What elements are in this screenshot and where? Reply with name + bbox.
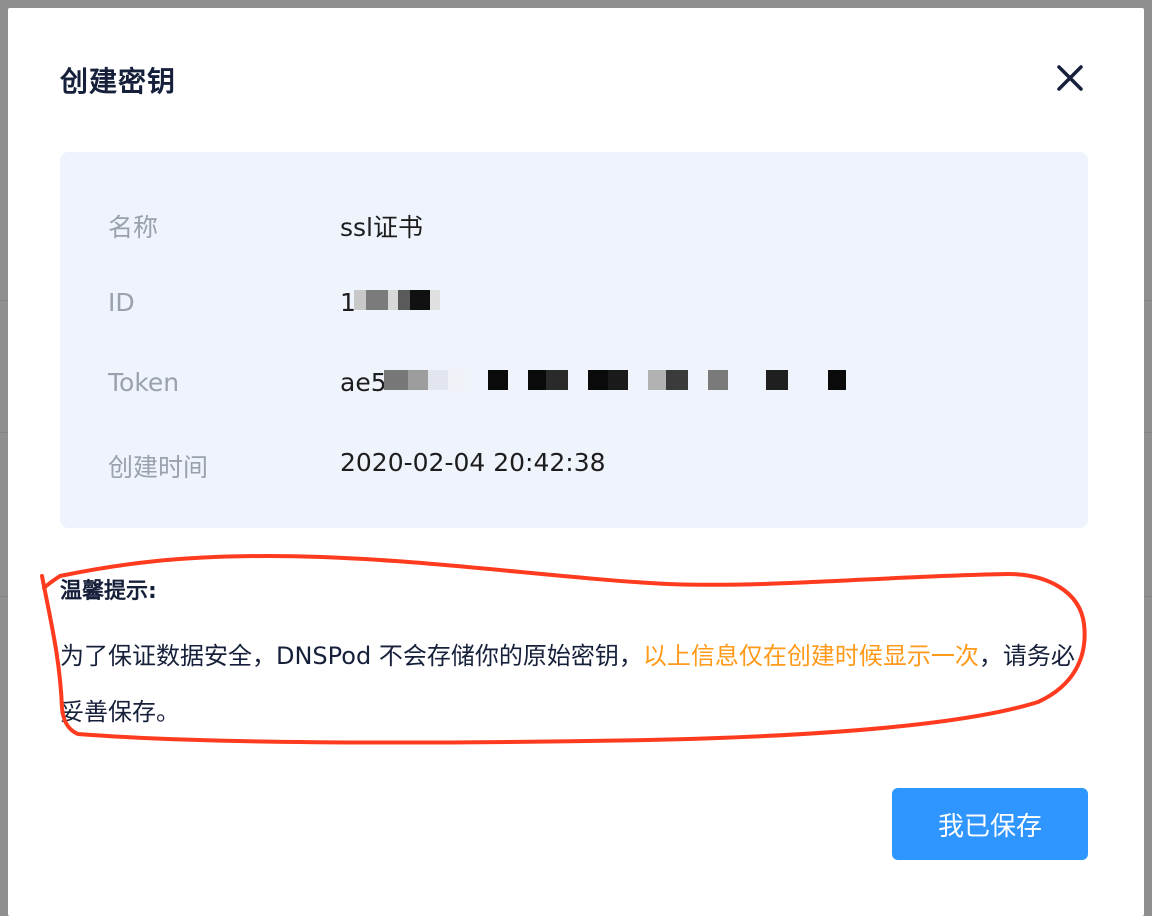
info-row-id: ID 1	[108, 280, 1038, 320]
saved-confirm-button[interactable]: 我已保存	[892, 788, 1088, 860]
info-row-token: Token ae5	[108, 360, 1038, 400]
id-label: ID	[108, 288, 135, 317]
tip-highlight: 以上信息仅在创建时候显示一次	[642, 642, 979, 670]
token-value: ae5	[340, 368, 387, 397]
token-label: Token	[108, 368, 180, 397]
info-row-name: 名称 ssl证书	[108, 200, 1038, 242]
warning-tip: 温馨提示: 为了保证数据安全，DNSPod 不会存储你的原始密钥，以上信息仅在创…	[60, 576, 1088, 740]
name-label: 名称	[108, 213, 159, 242]
create-key-dialog: 创建密钥 名称 ssl证书 ID 1 Token ae5 创建时间 2020-0…	[8, 8, 1144, 916]
tip-text-before: 为了保证数据安全，DNSPod 不会存储你的原始密钥，	[60, 642, 643, 670]
created-time-value: 2020-02-04 20:42:38	[340, 448, 606, 477]
info-row-created: 创建时间 2020-02-04 20:42:38	[108, 440, 1038, 482]
close-icon[interactable]	[1052, 60, 1088, 96]
name-value: ssl证书	[340, 213, 423, 242]
tip-body: 为了保证数据安全，DNSPod 不会存储你的原始密钥，以上信息仅在创建时候显示一…	[60, 628, 1088, 740]
tip-title: 温馨提示:	[60, 579, 157, 604]
created-time-label: 创建时间	[108, 453, 209, 482]
key-info-panel: 名称 ssl证书 ID 1 Token ae5 创建时间 2020-02-04 …	[60, 152, 1088, 528]
dialog-title: 创建密钥	[60, 65, 177, 98]
